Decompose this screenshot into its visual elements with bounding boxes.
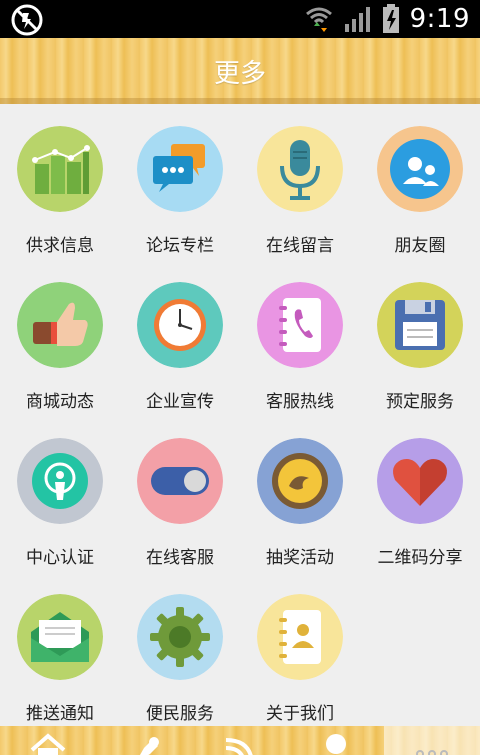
grid-item-forum[interactable]: 论坛专栏 xyxy=(120,104,240,260)
bottom-nav xyxy=(0,726,480,755)
status-bar: 9:19 xyxy=(0,0,480,38)
envelope-icon xyxy=(17,594,103,680)
grid-item-label: 推送通知 xyxy=(26,704,94,724)
grid-item-convenience[interactable]: 便民服务 xyxy=(120,572,240,728)
grid-item-label: 论坛专栏 xyxy=(146,236,214,256)
page-title: 更多 xyxy=(213,58,266,89)
nav-pin[interactable] xyxy=(96,726,192,755)
grid-item-push-notify[interactable]: 推送通知 xyxy=(0,572,120,728)
rss-icon xyxy=(225,738,253,755)
grid-item-label: 客服热线 xyxy=(266,392,334,412)
battery-icon xyxy=(382,4,399,33)
clock-time: 9:19 xyxy=(409,4,470,34)
grid-item-lottery[interactable]: 抽奖活动 xyxy=(240,416,360,572)
grid-item-label: 供求信息 xyxy=(26,236,94,256)
pin-icon xyxy=(140,737,159,755)
signal-icon xyxy=(344,7,370,32)
user-icon xyxy=(326,734,346,754)
grid-item-label: 抽奖活动 xyxy=(266,548,334,568)
grid-item-label: 商城动态 xyxy=(26,392,94,412)
gear-icon xyxy=(137,594,223,680)
grid-item-label: 中心认证 xyxy=(26,548,94,568)
heart-icon xyxy=(377,438,463,524)
grid-item-label: 在线客服 xyxy=(146,548,214,568)
nav-more[interactable] xyxy=(384,726,480,755)
friends-icon xyxy=(377,126,463,212)
grid-item-supply-info[interactable]: 供求信息 xyxy=(0,104,120,260)
home-icon xyxy=(30,733,66,755)
grid-item-label: 朋友圈 xyxy=(394,236,446,256)
no-data-icon xyxy=(11,4,43,36)
more-icon xyxy=(416,750,448,755)
chat-bubbles-icon xyxy=(137,126,223,212)
phone-book-icon xyxy=(257,282,343,368)
grid-item-message[interactable]: 在线留言 xyxy=(240,104,360,260)
nav-home[interactable] xyxy=(0,726,96,755)
bar-chart-icon xyxy=(17,126,103,212)
grid-item-label: 便民服务 xyxy=(146,704,214,724)
nav-rss[interactable] xyxy=(192,726,288,755)
grid-item-label: 二维码分享 xyxy=(377,548,463,568)
grid-item-label: 在线留言 xyxy=(266,236,334,256)
toggle-switch-icon xyxy=(137,438,223,524)
thumbs-up-icon xyxy=(17,282,103,368)
floppy-disk-icon xyxy=(377,282,463,368)
grid-item-label: 预定服务 xyxy=(386,392,454,412)
feature-grid: 供求信息 论坛专栏 在线留言 朋友圈 商城动态 企业宣传 客服热线 预定服务 中… xyxy=(0,104,480,726)
title-bar: 更多 xyxy=(0,38,480,104)
grid-item-label: 关于我们 xyxy=(266,704,334,724)
grid-item-qr-share[interactable]: 二维码分享 xyxy=(360,416,480,572)
grid-item-friends[interactable]: 朋友圈 xyxy=(360,104,480,260)
grid-item-booking[interactable]: 预定服务 xyxy=(360,260,480,416)
wifi-icon xyxy=(305,7,332,32)
grid-item-label: 企业宣传 xyxy=(146,392,214,412)
clock-icon xyxy=(137,282,223,368)
contacts-book-icon xyxy=(257,594,343,680)
lottery-coin-icon xyxy=(257,438,343,524)
grid-item-promotion[interactable]: 企业宣传 xyxy=(120,260,240,416)
certification-icon xyxy=(17,438,103,524)
grid-item-mall-news[interactable]: 商城动态 xyxy=(0,260,120,416)
grid-item-hotline[interactable]: 客服热线 xyxy=(240,260,360,416)
grid-item-about-us[interactable]: 关于我们 xyxy=(240,572,360,728)
microphone-icon xyxy=(257,126,343,212)
grid-item-certification[interactable]: 中心认证 xyxy=(0,416,120,572)
nav-user[interactable] xyxy=(288,726,384,755)
grid-item-online-service[interactable]: 在线客服 xyxy=(120,416,240,572)
